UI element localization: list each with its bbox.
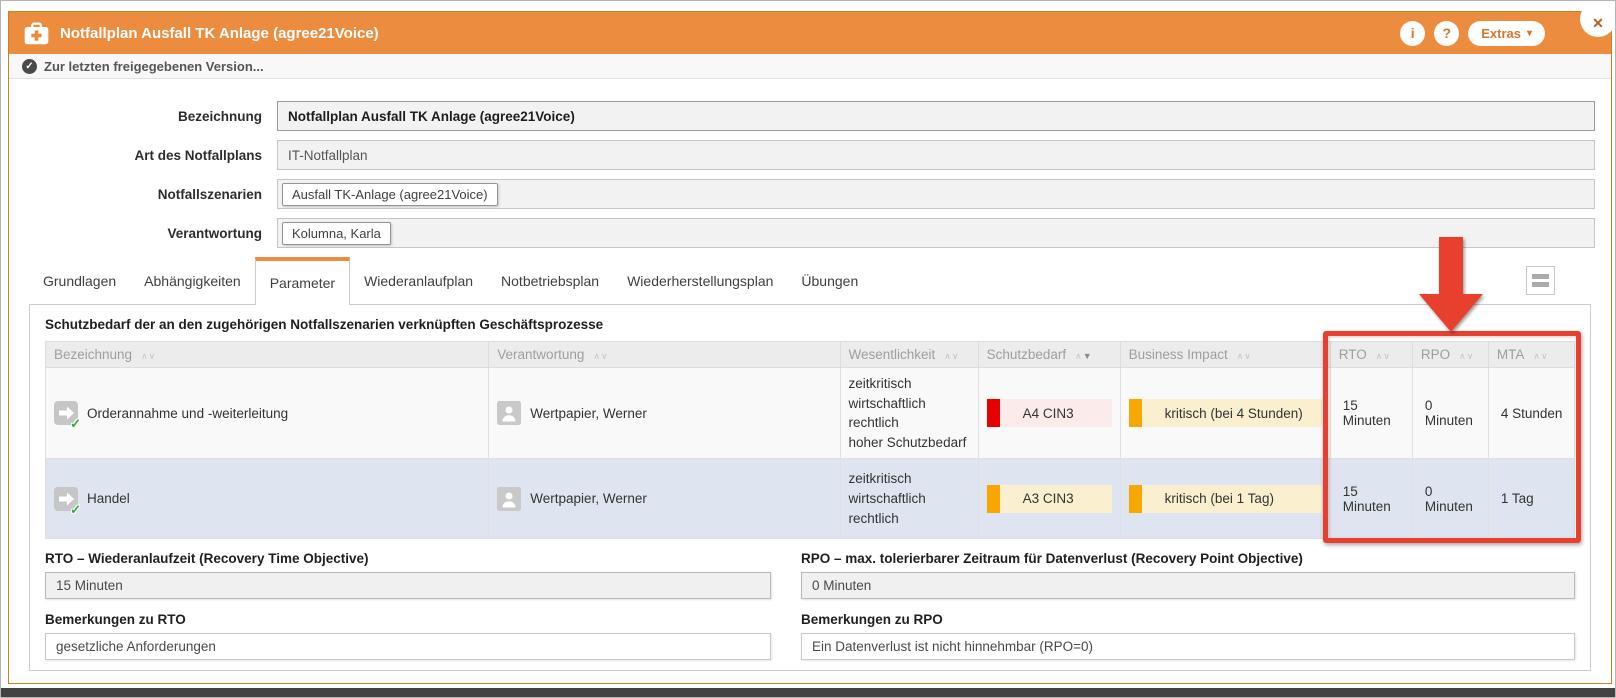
verantwortung-label: Verantwortung	[19, 226, 277, 241]
window-bottom-edge	[1, 688, 1615, 697]
col-rpo[interactable]: RPO∧∨	[1412, 342, 1488, 368]
info-icon[interactable]: i	[1400, 21, 1425, 46]
col-verantwortung[interactable]: Verantwortung∧∨	[489, 342, 840, 368]
rpo-cell: 0 Minuten	[1412, 459, 1488, 539]
sort-icons: ∧∨	[1237, 351, 1252, 361]
person-icon	[497, 401, 521, 425]
form-row-verantwortung: Verantwortung Kolumna, Karla	[19, 218, 1595, 248]
process-table: Bezeichnung∧∨ Verantwortung∧∨ Wesentlich…	[45, 341, 1575, 539]
window-title: Notfallplan Ausfall TK Anlage (agree21Vo…	[60, 25, 379, 42]
close-icon[interactable]: ✕	[1580, 1, 1616, 37]
process-name: Handel	[87, 491, 130, 506]
art-label: Art des Notfallplans	[19, 148, 277, 163]
tab-notbetriebsplan[interactable]: Notbetriebsplan	[487, 257, 613, 304]
released-check-icon: ✓	[70, 416, 81, 432]
table-header-row: Bezeichnung∧∨ Verantwortung∧∨ Wesentlich…	[46, 342, 1575, 368]
parameter-panel: Schutzbedarf der an den zugehörigen Notf…	[29, 304, 1591, 671]
art-field[interactable]: IT-Notfallplan	[277, 140, 1595, 170]
sort-icons: ∧∨	[593, 351, 608, 361]
business-impact-cell: kritisch (bei 1 Tag)	[1120, 459, 1330, 539]
mta-cell: 4 Stunden	[1488, 368, 1574, 459]
tab-wiederanlaufplan[interactable]: Wiederanlaufplan	[350, 257, 487, 304]
tab-abhaengigkeiten[interactable]: Abhängigkeiten	[130, 257, 255, 304]
process-icon: ✓	[54, 401, 78, 425]
dialog-frame: Notfallplan Ausfall TK Anlage (agree21Vo…	[8, 11, 1612, 684]
business-impact-cell: kritisch (bei 4 Stunden)	[1120, 368, 1330, 459]
rto-cell: 15 Minuten	[1330, 459, 1412, 539]
sort-icons: ∧∨	[1533, 351, 1548, 361]
extras-button[interactable]: Extras ▾	[1468, 21, 1545, 46]
col-schutzbedarf[interactable]: Schutzbedarf∧▼	[978, 342, 1120, 368]
rto-notes-field[interactable]: gesetzliche Anforderungen	[45, 633, 771, 660]
sort-icons: ∧∨	[141, 351, 156, 361]
business-impact-badge: kritisch (bei 4 Stunden)	[1129, 399, 1322, 427]
rto-label: RTO – Wiederanlaufzeit (Recovery Time Ob…	[45, 551, 771, 566]
sort-icons: ∧▼	[1075, 351, 1093, 361]
rpo-value-field[interactable]: 0 Minuten	[801, 572, 1575, 599]
rto-rpo-section: RTO – Wiederanlaufzeit (Recovery Time Ob…	[45, 551, 1575, 660]
first-aid-kit-icon	[23, 20, 50, 47]
form-row-art: Art des Notfallplans IT-Notfallplan	[19, 140, 1595, 170]
process-name: Orderannahme und -weiterleitung	[87, 406, 288, 421]
process-icon: ✓	[54, 487, 78, 511]
responsible-name: Wertpapier, Werner	[530, 491, 647, 506]
rpo-label: RPO – max. tolerierbarer Zeitraum für Da…	[801, 551, 1575, 566]
check-circle-icon: ✓	[22, 59, 37, 74]
tab-bar: Grundlagen Abhängigkeiten Parameter Wied…	[29, 257, 1591, 304]
table-row[interactable]: ✓ Orderannahme und -weiterleitung Wertpa…	[46, 368, 1575, 459]
titlebar-actions: i ? Extras ▾	[1400, 21, 1545, 46]
rto-notes-label: Bemerkungen zu RTO	[45, 612, 771, 627]
chevron-down-icon: ▾	[1527, 28, 1532, 39]
schutzbedarf-badge: A3 CIN3	[987, 485, 1112, 513]
schutzbedarf-cell: A3 CIN3	[978, 459, 1120, 539]
col-bezeichnung[interactable]: Bezeichnung∧∨	[46, 342, 489, 368]
tab-wiederherstellungsplan[interactable]: Wiederherstellungsplan	[613, 257, 787, 304]
sort-icons: ∧∨	[944, 351, 959, 361]
business-impact-badge: kritisch (bei 1 Tag)	[1129, 485, 1322, 513]
released-check-icon: ✓	[70, 502, 81, 518]
tab-parameter[interactable]: Parameter	[255, 257, 350, 305]
rpo-cell: 0 Minuten	[1412, 368, 1488, 459]
list-view-toggle-icon[interactable]	[1526, 266, 1555, 295]
szenarien-label: Notfallszenarien	[19, 187, 277, 202]
plan-form: Bezeichnung Notfallplan Ausfall TK Anlag…	[9, 79, 1611, 248]
verantwortung-chip[interactable]: Kolumna, Karla	[282, 222, 391, 245]
responsible-name: Wertpapier, Werner	[530, 406, 647, 421]
sort-icons: ∧∨	[1376, 351, 1391, 361]
verantwortung-field[interactable]: Kolumna, Karla	[277, 218, 1595, 248]
wesentlichkeit-cell: zeitkritisch wirtschaftlich rechtlich ho…	[840, 368, 978, 459]
titlebar: Notfallplan Ausfall TK Anlage (agree21Vo…	[9, 12, 1611, 54]
person-icon	[497, 487, 521, 511]
section-title: Schutzbedarf der an den zugehörigen Notf…	[45, 317, 1575, 332]
col-rto[interactable]: RTO∧∨	[1330, 342, 1412, 368]
wesentlichkeit-cell: zeitkritisch wirtschaftlich rechtlich	[840, 459, 978, 539]
bezeichnung-label: Bezeichnung	[19, 109, 277, 124]
version-link: Zur letzten freigegebenen Version...	[44, 59, 264, 74]
form-row-szenarien: Notfallszenarien Ausfall TK-Anlage (agre…	[19, 179, 1595, 209]
col-business-impact[interactable]: Business Impact∧∨	[1120, 342, 1330, 368]
rto-cell: 15 Minuten	[1330, 368, 1412, 459]
szenario-chip[interactable]: Ausfall TK-Anlage (agree21Voice)	[282, 183, 498, 206]
extras-label: Extras	[1481, 26, 1521, 41]
tab-uebungen[interactable]: Übungen	[787, 257, 872, 304]
version-bar[interactable]: ✓ Zur letzten freigegebenen Version...	[9, 54, 1611, 79]
help-icon[interactable]: ?	[1434, 21, 1459, 46]
rpo-notes-field[interactable]: Ein Datenverlust ist nicht hinnehmbar (R…	[801, 633, 1575, 660]
rto-value-field[interactable]: 15 Minuten	[45, 572, 771, 599]
tab-grundlagen[interactable]: Grundlagen	[29, 257, 130, 304]
rpo-notes-label: Bemerkungen zu RPO	[801, 612, 1575, 627]
bezeichnung-field[interactable]: Notfallplan Ausfall TK Anlage (agree21Vo…	[277, 101, 1595, 131]
application-window: Notfallplan Ausfall TK Anlage (agree21Vo…	[0, 0, 1616, 698]
schutzbedarf-cell: A4 CIN3	[978, 368, 1120, 459]
col-wesentlichkeit[interactable]: Wesentlichkeit∧∨	[840, 342, 978, 368]
sort-icons: ∧∨	[1459, 351, 1474, 361]
col-mta[interactable]: MTA∧∨	[1488, 342, 1574, 368]
schutzbedarf-badge: A4 CIN3	[987, 399, 1112, 427]
szenarien-field[interactable]: Ausfall TK-Anlage (agree21Voice)	[277, 179, 1595, 209]
mta-cell: 1 Tag	[1488, 459, 1574, 539]
form-row-bezeichnung: Bezeichnung Notfallplan Ausfall TK Anlag…	[19, 101, 1595, 131]
table-row[interactable]: ✓ Handel Wertpapier, Werner	[46, 459, 1575, 539]
